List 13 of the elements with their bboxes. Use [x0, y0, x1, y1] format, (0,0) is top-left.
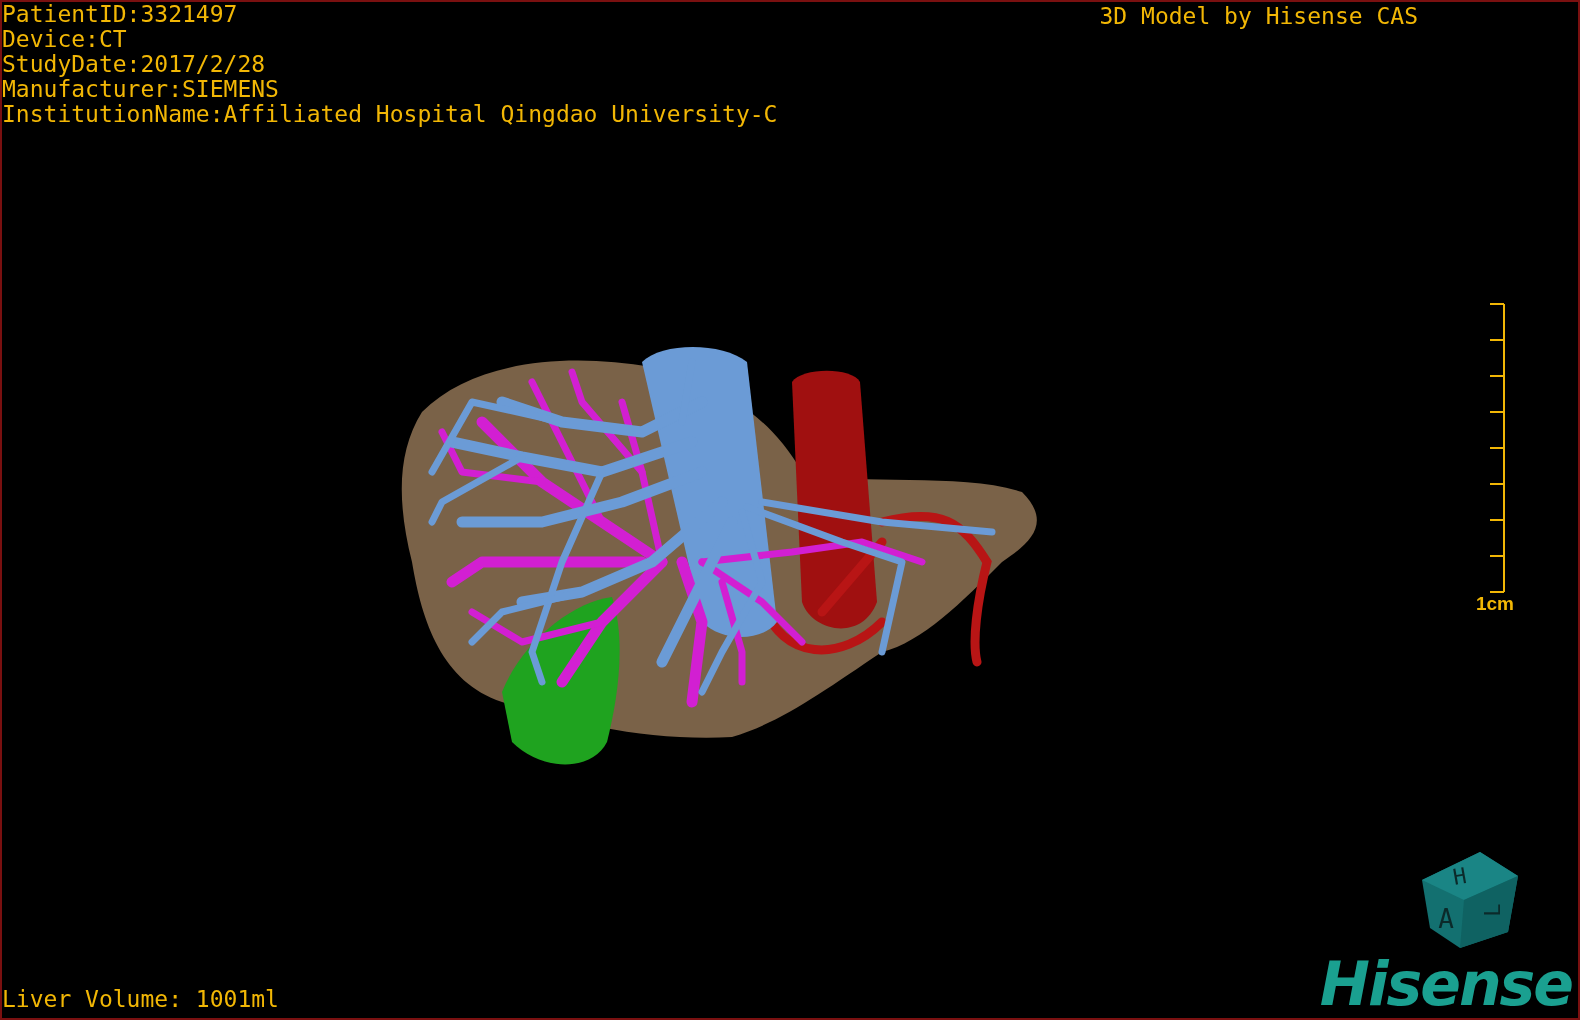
cube-label: H	[1451, 863, 1469, 890]
orientation-cube[interactable]: H A L	[1420, 850, 1520, 950]
info-line: StudyDate:2017/2/28	[2, 52, 267, 77]
info-line: Device:CT	[2, 27, 128, 52]
cube-label: A	[1438, 904, 1454, 934]
liver-volume: Liver Volume: 1001ml	[2, 987, 279, 1012]
info-line: Manufacturer:SIEMENS	[2, 77, 280, 102]
cube-label: L	[1480, 903, 1505, 917]
info-line: PatientID:3321497	[2, 2, 239, 27]
scale-label: 1cm	[1475, 592, 1514, 615]
info-line: InstitutionName:Affiliated Hospital Qingdao University-C	[2, 102, 778, 127]
viewer-title: 3D Model by Hisense CAS	[1099, 4, 1418, 29]
hisense-logo: Hisense	[1319, 950, 1572, 1018]
